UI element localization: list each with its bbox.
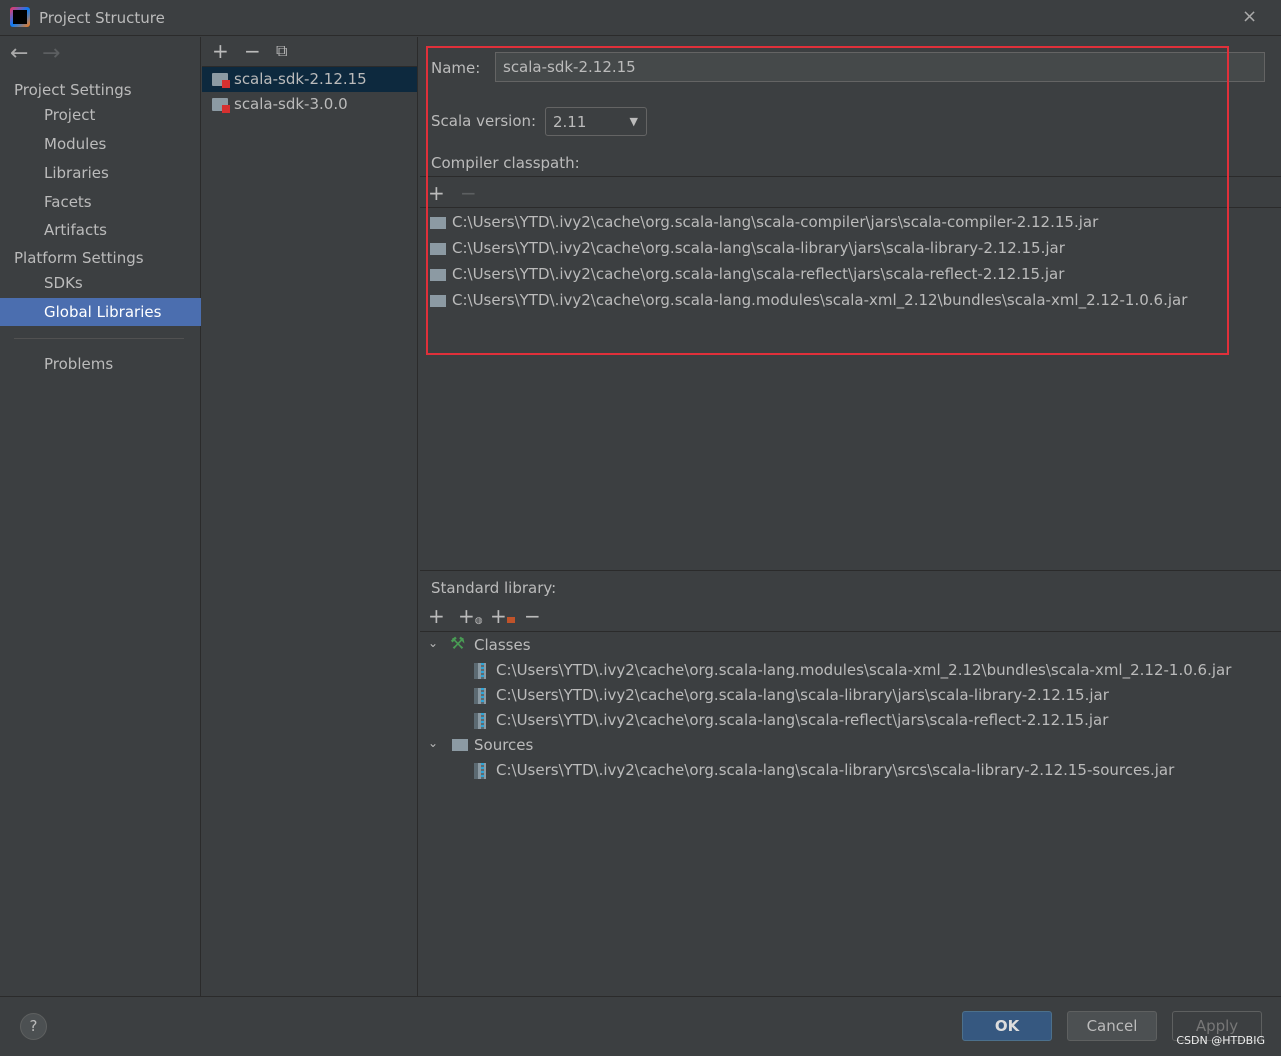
chevron-down-icon[interactable]: ⌄ [428, 636, 438, 650]
section-platform-settings: Platform Settings [14, 249, 144, 267]
path-item[interactable]: C:\Users\YTD\.ivy2\cache\org.scala-lang\… [496, 686, 1109, 704]
classes-node[interactable]: Classes [474, 636, 531, 654]
jar-icon [474, 763, 486, 779]
jar-icon [474, 663, 486, 679]
list-item-label: scala-sdk-3.0.0 [234, 95, 348, 113]
sidebar: ← → Project Settings Project Modules Lib… [0, 37, 201, 996]
close-icon[interactable]: × [1242, 6, 1257, 27]
sidebar-item-problems[interactable]: Problems [0, 350, 201, 378]
forward-icon[interactable]: → [42, 41, 60, 66]
help-button[interactable]: ? [20, 1013, 47, 1040]
scala-library-icon [212, 98, 230, 113]
sources-folder-icon [452, 739, 468, 751]
chevron-down-icon[interactable]: ⌄ [428, 736, 438, 750]
standard-library-label: Standard library: [431, 579, 557, 597]
list-item[interactable]: scala-sdk-2.12.15 [202, 67, 417, 92]
highlight-box [426, 46, 1229, 355]
library-list-panel: + − ⧉ scala-sdk-2.12.15 scala-sdk-3.0.0 [202, 37, 418, 996]
watermark: CSDN @HTDBIG [1176, 1034, 1265, 1047]
list-item-label: scala-sdk-2.12.15 [234, 70, 367, 88]
add-jar-directory-button[interactable]: + [490, 606, 515, 626]
add-library-button[interactable]: + [212, 41, 229, 61]
sidebar-item-global-libraries[interactable]: Global Libraries [0, 298, 201, 326]
path-item[interactable]: C:\Users\YTD\.ivy2\cache\org.scala-lang\… [496, 761, 1174, 779]
add-button[interactable]: + [428, 606, 445, 626]
title-bar [0, 0, 1281, 36]
sidebar-item-artifacts[interactable]: Artifacts [0, 216, 201, 244]
list-item[interactable]: scala-sdk-3.0.0 [202, 92, 417, 117]
sidebar-item-libraries[interactable]: Libraries [0, 159, 201, 187]
hammer-icon: ⚒ [450, 634, 466, 654]
remove-library-button[interactable]: − [244, 41, 261, 61]
cancel-button[interactable]: Cancel [1067, 1011, 1157, 1041]
window-title: Project Structure [39, 9, 165, 27]
remove-button[interactable]: − [524, 606, 541, 626]
sources-node[interactable]: Sources [474, 736, 533, 754]
sidebar-item-facets[interactable]: Facets [0, 188, 201, 216]
jar-icon [474, 713, 486, 729]
jar-icon [474, 688, 486, 704]
back-icon[interactable]: ← [10, 41, 28, 66]
divider [14, 338, 184, 339]
copy-library-button[interactable]: ⧉ [276, 41, 287, 61]
section-project-settings: Project Settings [14, 81, 132, 99]
sidebar-item-project[interactable]: Project [0, 101, 201, 129]
intellij-logo-icon [10, 7, 30, 27]
ok-button[interactable]: OK [962, 1011, 1052, 1041]
sidebar-item-sdks[interactable]: SDKs [0, 269, 201, 297]
path-item[interactable]: C:\Users\YTD\.ivy2\cache\org.scala-lang.… [496, 661, 1231, 679]
scala-library-icon [212, 73, 230, 88]
sidebar-item-modules[interactable]: Modules [0, 130, 201, 158]
path-item[interactable]: C:\Users\YTD\.ivy2\cache\org.scala-lang\… [496, 711, 1108, 729]
add-url-button[interactable]: +◍ [458, 606, 483, 631]
